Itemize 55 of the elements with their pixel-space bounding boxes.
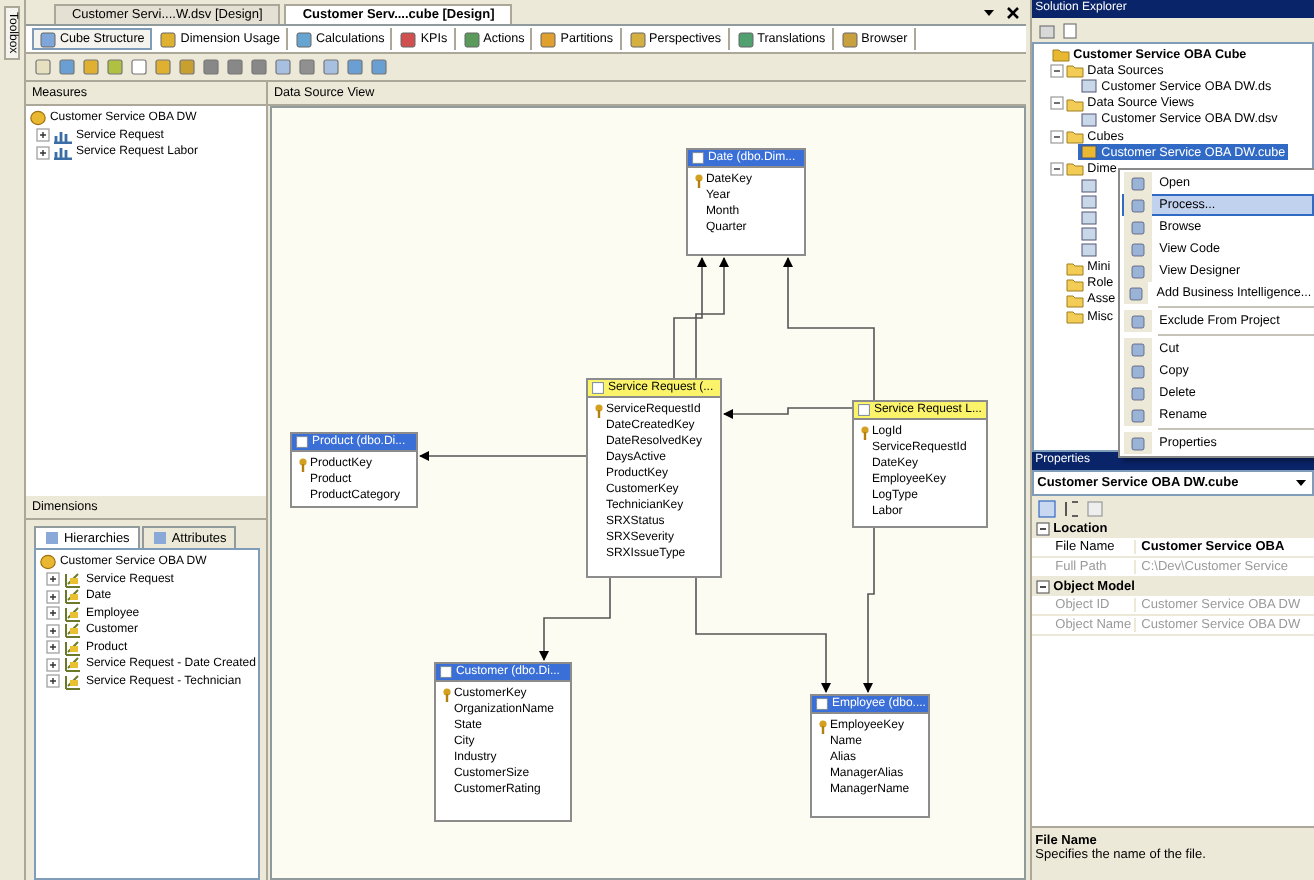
- relationship-arrow: [695, 577, 831, 693]
- expand-icon[interactable]: [45, 640, 60, 655]
- expand-icon[interactable]: [45, 674, 60, 689]
- key-icon: [441, 687, 452, 701]
- key-icon: [593, 403, 604, 417]
- tab-icon: [43, 530, 60, 546]
- tab-icon: [841, 31, 858, 47]
- relationship-arrow: [722, 407, 853, 419]
- cube-icon: [39, 554, 56, 571]
- key-icon: [817, 719, 828, 733]
- table-icon: [857, 404, 870, 416]
- close-icon[interactable]: [1005, 6, 1020, 20]
- tab-icon: [540, 31, 557, 47]
- tab-icon: [160, 31, 177, 47]
- relationship-arrow: [782, 257, 875, 401]
- bar-chart-icon: [53, 127, 72, 144]
- bar-chart-icon: [53, 144, 72, 161]
- expand-icon[interactable]: [1035, 580, 1050, 594]
- cube-icon: [29, 110, 46, 127]
- tree-item[interactable]: [1077, 209, 1100, 226]
- expand-icon[interactable]: [45, 657, 60, 672]
- tree-item[interactable]: [1077, 193, 1100, 210]
- relationship-arrow: [695, 257, 729, 379]
- expand-icon[interactable]: [1049, 96, 1064, 111]
- expand-icon[interactable]: [45, 623, 60, 638]
- tree-item[interactable]: [1077, 177, 1100, 194]
- tree-item[interactable]: [1077, 226, 1100, 243]
- expand-icon[interactable]: [1035, 522, 1050, 536]
- table-icon: [691, 152, 704, 164]
- expand-icon[interactable]: [45, 589, 60, 604]
- expand-icon[interactable]: [35, 128, 50, 143]
- tab-icon: [39, 31, 56, 47]
- tab-icon: [400, 31, 417, 47]
- expand-icon[interactable]: [45, 606, 60, 621]
- expand-icon[interactable]: [35, 145, 50, 160]
- table-icon: [591, 382, 604, 394]
- tree-item[interactable]: [1077, 242, 1100, 259]
- key-icon: [693, 173, 704, 187]
- expand-icon[interactable]: [45, 572, 60, 587]
- key-icon: [297, 457, 308, 471]
- expand-icon[interactable]: [1049, 161, 1064, 176]
- table-icon: [439, 666, 452, 678]
- tab-icon: [629, 31, 646, 47]
- tab-icon: [737, 31, 754, 47]
- sort-icon[interactable]: [1061, 499, 1080, 517]
- tab-icon: [296, 31, 312, 47]
- expand-icon[interactable]: [1049, 129, 1064, 144]
- expand-icon[interactable]: [1049, 63, 1064, 78]
- tab-icon: [151, 530, 168, 546]
- tab-icon: [463, 31, 480, 47]
- table-icon: [295, 436, 308, 448]
- key-icon: [859, 425, 870, 439]
- relationship-arrow: [673, 257, 707, 379]
- table-icon: [815, 698, 828, 710]
- relationship-arrow: [538, 577, 611, 661]
